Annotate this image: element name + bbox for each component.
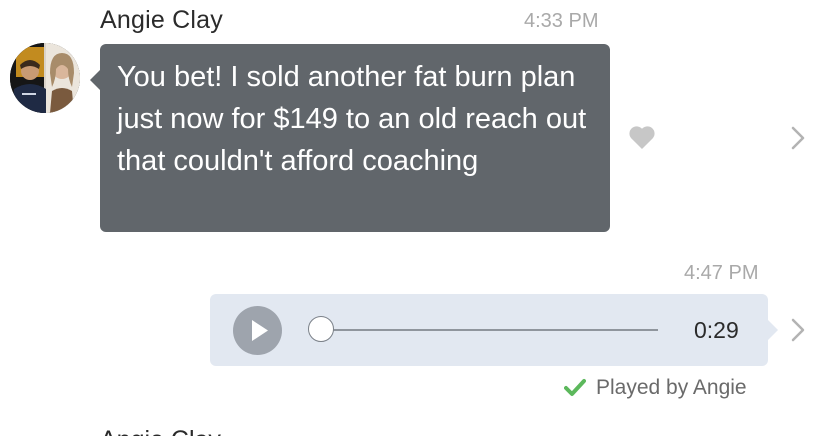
audio-scrubber-handle[interactable] [308, 316, 334, 342]
audio-progress-track[interactable] [322, 329, 658, 331]
incoming-message-bubble[interactable]: You bet! I sold another fat burn plan ju… [90, 44, 610, 232]
message-timestamp: 4:47 PM [684, 262, 759, 284]
check-icon [564, 379, 586, 396]
played-status-text: Played by Angie [596, 376, 747, 399]
heart-icon[interactable] [628, 124, 656, 150]
audio-duration: 0:29 [694, 317, 739, 343]
sender-name: Angie Clay [100, 6, 223, 34]
sender-name: Angie Clay [100, 426, 221, 436]
play-icon [252, 320, 268, 341]
message-timestamp: 4:33 PM [524, 10, 599, 32]
played-status: Played by Angie [564, 376, 747, 400]
chat-view: Angie Clay 4:33 PM You bet! I sold anoth… [0, 0, 828, 436]
play-button[interactable] [233, 306, 282, 355]
avatar-photo [10, 43, 80, 113]
message-text: You bet! I sold another fat burn plan ju… [117, 61, 587, 177]
avatar[interactable] [10, 43, 80, 113]
chevron-right-icon[interactable] [790, 317, 806, 343]
chevron-right-icon[interactable] [790, 125, 806, 151]
voice-message-bubble: 0:29 [210, 294, 778, 366]
